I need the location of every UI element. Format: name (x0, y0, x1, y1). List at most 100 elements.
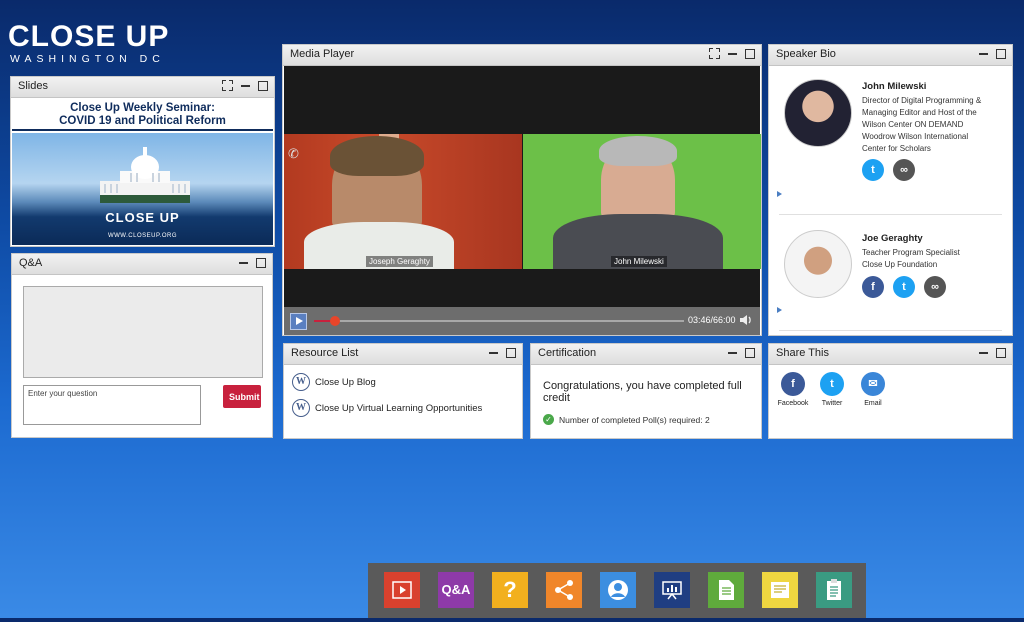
speaker-right-name: John Milewski (611, 256, 667, 267)
slide-view: Close Up Weekly Seminar: COVID 19 and Po… (12, 98, 273, 245)
wordpress-icon: W (292, 399, 310, 417)
share-title: Share This (776, 347, 829, 359)
email-icon[interactable]: ✉ (861, 372, 885, 396)
film-icon (392, 581, 412, 599)
resource-item[interactable]: W Close Up Virtual Learning Opportunitie… (292, 399, 482, 417)
share-twitter[interactable]: t Twitter (814, 372, 850, 407)
facebook-icon[interactable]: f (862, 276, 884, 298)
dock-certification-button[interactable] (762, 572, 798, 608)
capitol-image: CLOSE UP WWW.CLOSEUP.ORG (12, 133, 273, 245)
minimize-icon[interactable] (488, 347, 499, 358)
avatar (784, 79, 852, 147)
certification-status-text: Number of completed Poll(s) required: 2 (559, 414, 710, 425)
question-icon: ? (503, 577, 517, 602)
maximize-icon[interactable] (506, 347, 516, 358)
media-player-title: Media Player (290, 48, 355, 60)
seek-handle[interactable] (330, 316, 341, 326)
twitter-icon[interactable]: t (820, 372, 844, 396)
qa-title: Q&A (19, 257, 43, 269)
share-email-label: Email (864, 400, 882, 407)
speaker-bio-panel: Speaker Bio John Milewski Director of Di… (768, 44, 1013, 336)
submit-button[interactable]: Submit (223, 385, 261, 408)
link-icon[interactable]: ∞ (893, 159, 915, 181)
resource-list-title: Resource List (291, 347, 359, 359)
presentation-icon (662, 581, 682, 600)
play-button[interactable] (290, 313, 307, 330)
resource-list-panel: Resource List W Close Up Blog W Close Up… (283, 343, 523, 439)
capitol-building (100, 147, 190, 203)
expand-icon[interactable] (709, 48, 720, 59)
maximize-icon[interactable] (258, 80, 268, 91)
player-controls: 03:46/66:00 (284, 307, 760, 335)
dock-speaker-bio-button[interactable] (600, 572, 636, 608)
minimize-icon[interactable] (240, 80, 251, 91)
expand-arrow-icon[interactable] (777, 307, 782, 313)
dock-survey-button[interactable] (816, 572, 852, 608)
volume-icon[interactable] (739, 313, 753, 327)
certification-panel: Certification Congratulations, you have … (530, 343, 762, 439)
resource-list-header: Resource List (284, 344, 522, 365)
video-area[interactable]: Joseph Geraghty John Milewski ✆ (284, 66, 761, 307)
speaker-name: Joe Geraghty (862, 233, 923, 244)
certification-status: ✓ Number of completed Poll(s) required: … (543, 414, 710, 425)
document-icon (719, 580, 734, 600)
minimize-icon[interactable] (727, 347, 738, 358)
speaker-description: Director of Digital Programming & Managi… (862, 96, 982, 153)
expand-arrow-icon[interactable] (777, 191, 782, 197)
slide-url: WWW.CLOSEUP.ORG (107, 233, 178, 239)
twitter-icon[interactable]: t (862, 159, 884, 181)
qa-messages (23, 286, 263, 378)
slides-header: Slides (11, 77, 274, 98)
maximize-icon[interactable] (996, 48, 1006, 59)
speaker-left-hair (330, 136, 424, 176)
dock-qa-button[interactable]: Q&A (438, 572, 474, 608)
share-facebook[interactable]: f Facebook (775, 372, 811, 407)
slides-title: Slides (18, 80, 48, 92)
qa-panel: Q&A Submit (11, 253, 273, 438)
video-feed-right: John Milewski (523, 134, 761, 269)
speaker-bio-title: Speaker Bio (776, 48, 836, 60)
minimize-icon[interactable] (978, 48, 989, 59)
dock-slides-button[interactable] (654, 572, 690, 608)
certification-title: Certification (538, 347, 597, 359)
phone-icon[interactable]: ✆ (288, 146, 308, 166)
speaker-description: Teacher Program Specialist Close Up Foun… (862, 248, 960, 269)
avatar (784, 230, 852, 298)
share-icon (555, 580, 573, 600)
dock-resource-list-button[interactable] (708, 572, 744, 608)
minimize-icon[interactable] (978, 347, 989, 358)
minimize-icon[interactable] (238, 257, 249, 268)
playback-time: 03:46/66:00 (688, 315, 736, 325)
brand-name: CLOSE UP (8, 20, 170, 53)
slide-title-line2: COVID 19 and Political Reform (59, 115, 226, 127)
share-facebook-label: Facebook (777, 400, 809, 407)
slide-title: Close Up Weekly Seminar: COVID 19 and Po… (12, 98, 273, 131)
speaker-name: John Milewski (862, 81, 927, 92)
maximize-icon[interactable] (996, 347, 1006, 358)
share-email[interactable]: ✉ Email (855, 372, 891, 407)
speaker-right-hair (599, 136, 677, 166)
dock-share-button[interactable] (546, 572, 582, 608)
maximize-icon[interactable] (745, 347, 755, 358)
resource-label[interactable]: Close Up Blog (315, 377, 376, 388)
share-header: Share This (769, 344, 1012, 365)
maximize-icon[interactable] (256, 257, 266, 268)
resource-item[interactable]: W Close Up Blog (292, 373, 376, 391)
check-icon: ✓ (543, 414, 554, 425)
link-icon[interactable]: ∞ (924, 276, 946, 298)
expand-icon[interactable] (222, 80, 233, 91)
dock-media-player-button[interactable] (384, 572, 420, 608)
twitter-icon[interactable]: t (893, 276, 915, 298)
facebook-icon[interactable]: f (781, 372, 805, 396)
resource-label[interactable]: Close Up Virtual Learning Opportunities (315, 403, 482, 414)
minimize-icon[interactable] (727, 48, 738, 59)
speaker-left-name: Joseph Geraghty (366, 256, 433, 267)
dock-help-button[interactable]: ? (492, 572, 528, 608)
question-input[interactable] (23, 385, 201, 425)
certificate-icon (771, 582, 789, 598)
closeup-logo: CLOSE UP WASHINGTON DC (8, 20, 170, 66)
maximize-icon[interactable] (745, 48, 755, 59)
seek-bar[interactable] (314, 316, 684, 326)
media-player-header: Media Player (283, 45, 761, 66)
app-dock: Q&A ? (368, 563, 866, 618)
